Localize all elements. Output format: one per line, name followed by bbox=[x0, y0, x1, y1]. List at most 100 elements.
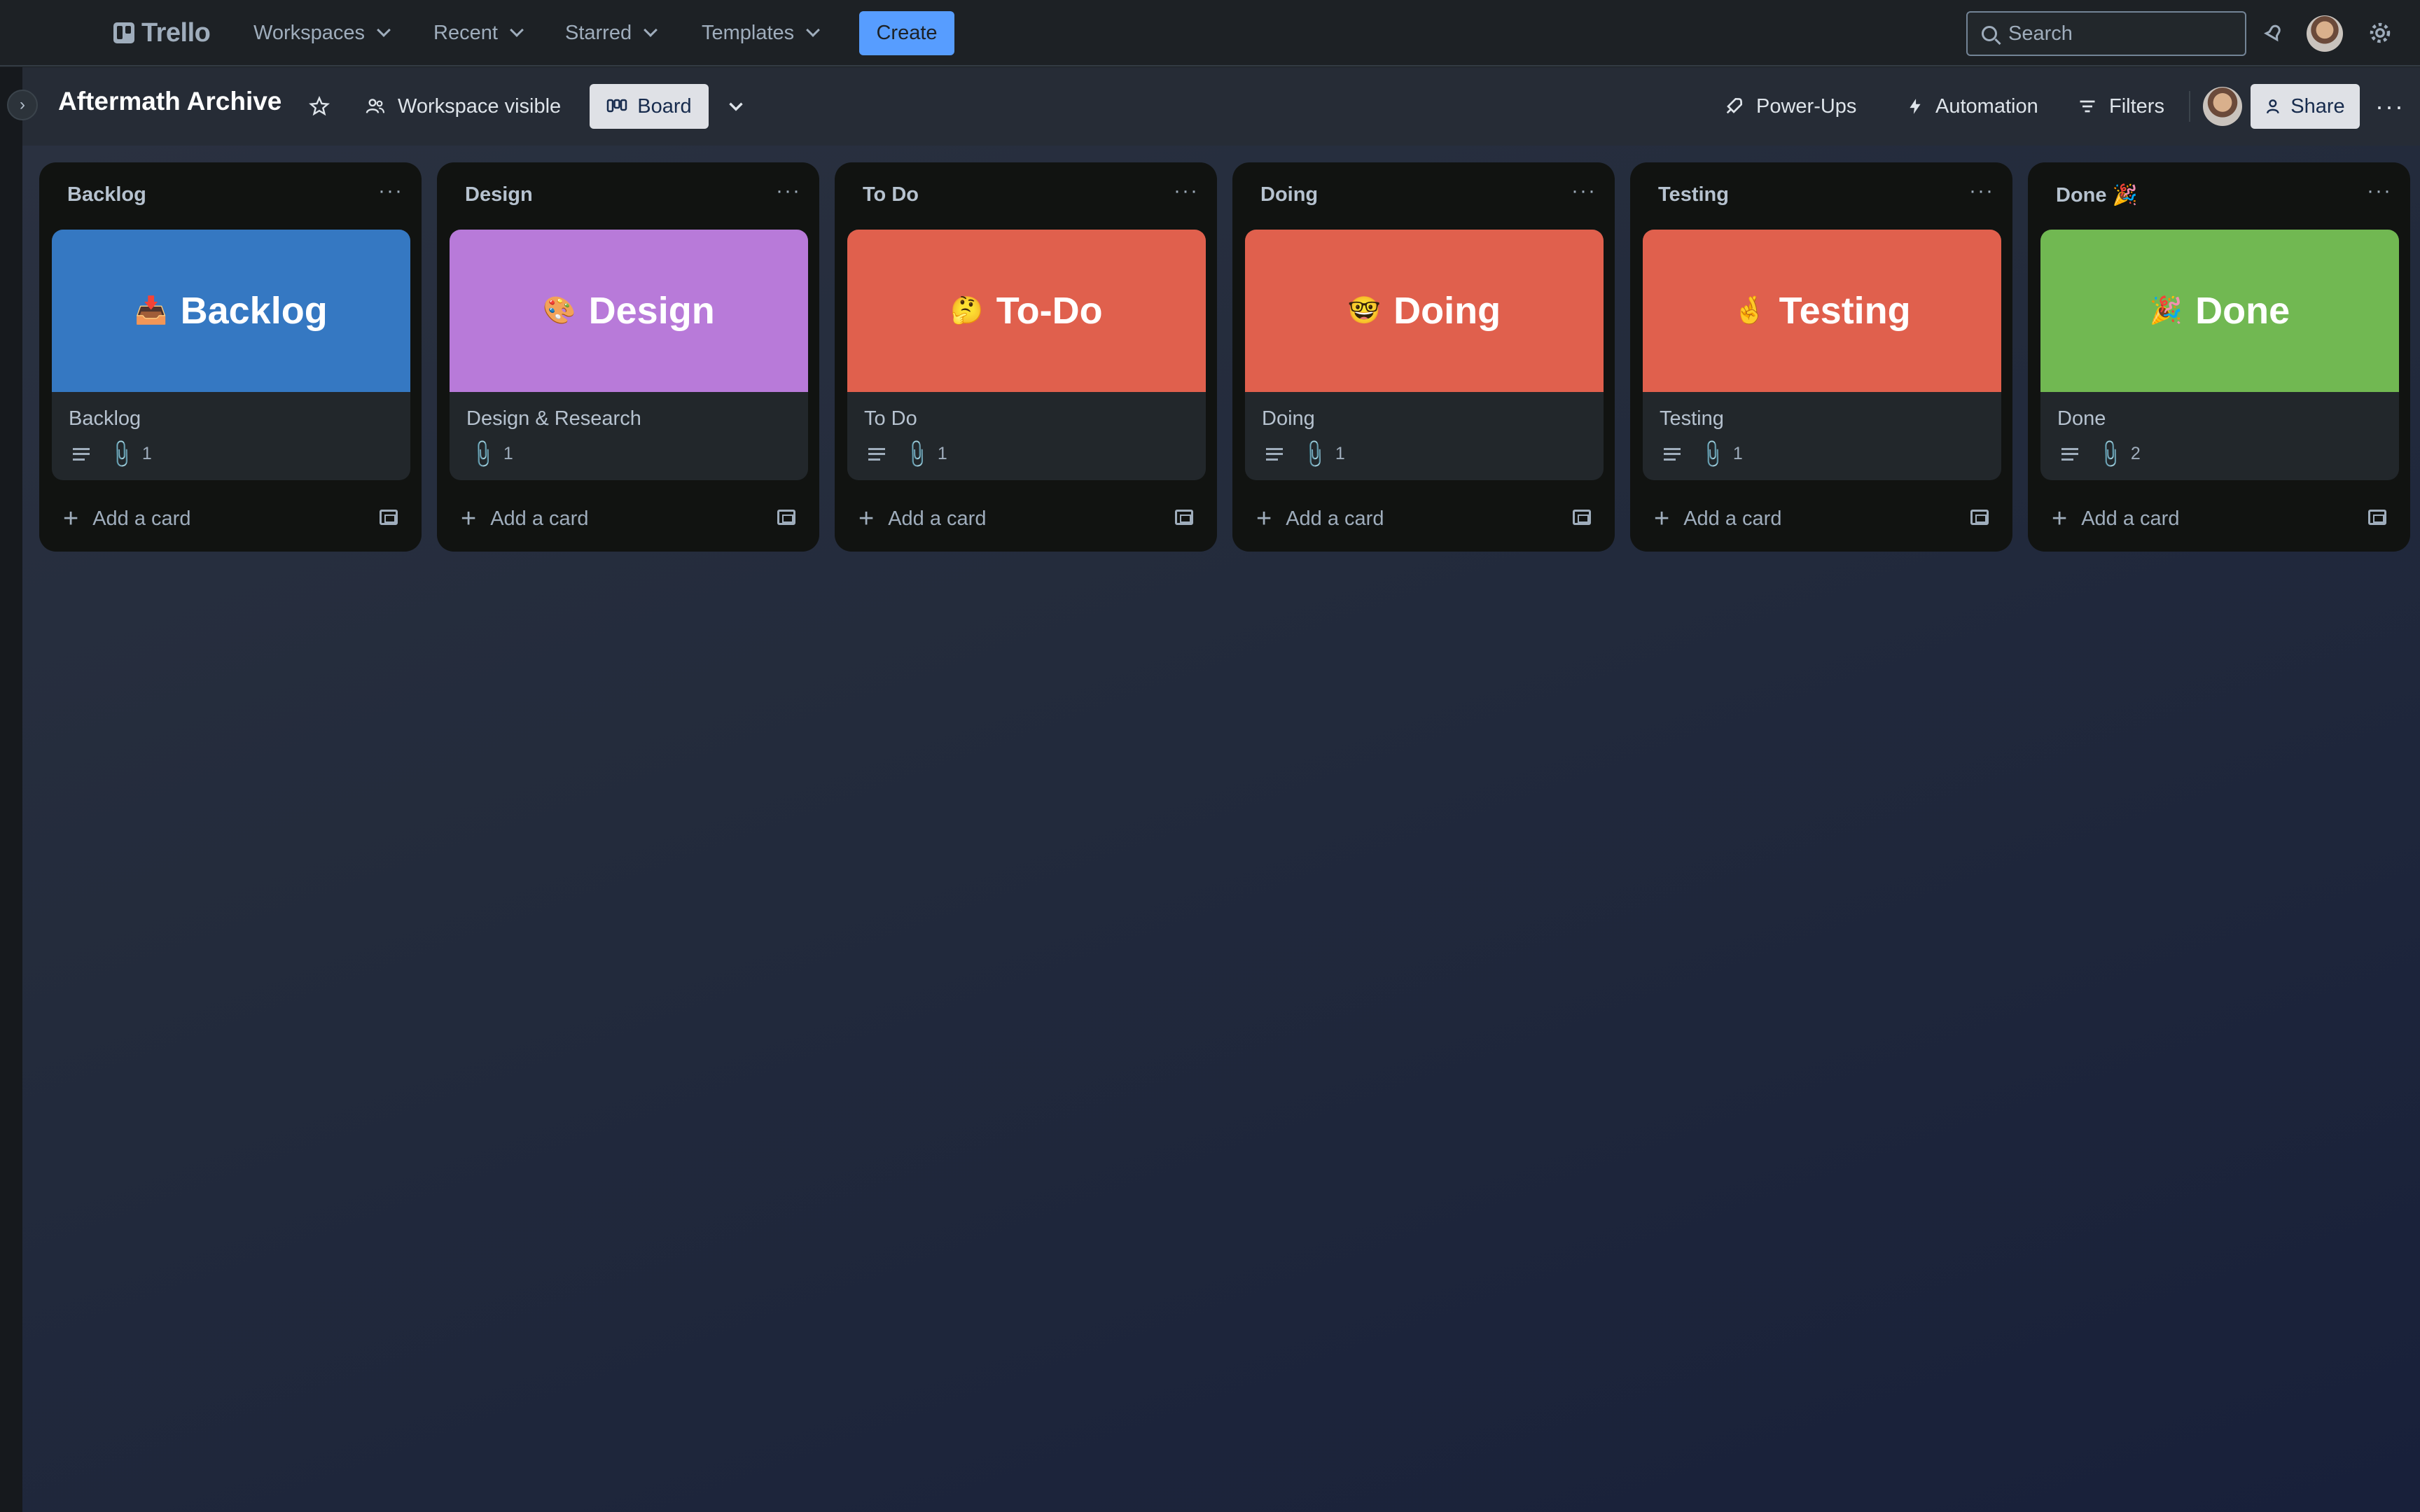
cover-emoji-icon: 🤓 bbox=[1347, 296, 1382, 326]
automation-button[interactable]: Automation bbox=[1906, 85, 2038, 127]
description-icon bbox=[2061, 447, 2078, 461]
top-navigation: Trello Workspaces Recent Starred Templat… bbox=[0, 0, 2420, 66]
list-title[interactable]: Doing bbox=[1260, 183, 1318, 206]
power-ups-button[interactable]: Power-Ups bbox=[1723, 85, 1856, 127]
filter-icon bbox=[2080, 100, 2095, 113]
card[interactable]: 🤞 Testing Testing 📎 1 bbox=[1643, 230, 2001, 480]
list-actions-more-icon[interactable]: ··· bbox=[1969, 179, 1994, 203]
plus-icon: + bbox=[858, 504, 875, 533]
board-view-button[interactable]: Board bbox=[590, 84, 709, 129]
search-icon bbox=[1982, 26, 1997, 41]
create-from-template-icon[interactable] bbox=[380, 510, 398, 525]
search-input[interactable]: Search bbox=[1966, 11, 2246, 56]
filters-button[interactable]: Filters bbox=[2077, 85, 2164, 127]
lightning-icon bbox=[1910, 99, 1921, 114]
paperclip-icon: 📎 bbox=[466, 438, 499, 470]
list-column-todo[interactable]: To Do ··· 🤔 To-Do To Do 📎 1 + Add a card bbox=[835, 162, 1217, 552]
add-person-icon bbox=[2267, 99, 2279, 114]
list-title[interactable]: Backlog bbox=[67, 183, 146, 206]
cover-title: Done bbox=[2195, 290, 2290, 332]
add-card-button[interactable]: + Add a card bbox=[858, 505, 986, 532]
trello-logo[interactable]: Trello bbox=[113, 17, 211, 49]
nav-recent-menu[interactable]: Recent bbox=[425, 14, 530, 52]
card[interactable]: 🤓 Doing Doing 📎 1 bbox=[1245, 230, 1604, 480]
paperclip-icon: 📎 bbox=[1696, 438, 1729, 470]
attachments-badge: 📎 1 bbox=[900, 438, 947, 470]
attachments-count: 1 bbox=[1732, 444, 1743, 463]
plus-icon: + bbox=[1256, 504, 1272, 533]
nav-recent-label: Recent bbox=[433, 21, 498, 44]
paperclip-icon: 📎 bbox=[2094, 438, 2127, 470]
share-button[interactable]: Share bbox=[2251, 84, 2360, 129]
description-icon bbox=[73, 447, 90, 461]
board-header bbox=[0, 67, 2420, 146]
user-avatar[interactable] bbox=[2307, 15, 2343, 52]
add-card-label: Add a card bbox=[1286, 507, 1384, 530]
create-from-template-icon[interactable] bbox=[1970, 510, 1989, 525]
attachments-badge: 📎 1 bbox=[466, 438, 513, 470]
add-card-button[interactable]: + Add a card bbox=[1256, 505, 1384, 532]
add-card-button[interactable]: + Add a card bbox=[1654, 505, 1781, 532]
list-actions-more-icon[interactable]: ··· bbox=[1571, 179, 1597, 203]
list-title[interactable]: Done 🎉 bbox=[2056, 183, 2138, 207]
card-badges: 📎 1 bbox=[868, 438, 947, 470]
chevron-down-icon bbox=[644, 23, 658, 37]
card-badges: 📎 1 bbox=[466, 438, 513, 470]
card[interactable]: 🤔 To-Do To Do 📎 1 bbox=[847, 230, 1206, 480]
card[interactable]: 🎨 Design Design & Research 📎 1 bbox=[450, 230, 808, 480]
list-column-testing[interactable]: Testing ··· 🤞 Testing Testing 📎 1 + Add … bbox=[1630, 162, 2012, 552]
board-menu-more-icon[interactable]: ··· bbox=[2375, 85, 2405, 127]
board-member-avatar[interactable] bbox=[2203, 87, 2242, 126]
nav-workspaces-label: Workspaces bbox=[253, 21, 366, 44]
attachments-badge: 📎 1 bbox=[105, 438, 152, 470]
workspace-visibility-button[interactable]: Workspace visible bbox=[364, 85, 561, 127]
paperclip-icon: 📎 bbox=[900, 438, 933, 470]
create-from-template-icon[interactable] bbox=[1175, 510, 1193, 525]
add-card-button[interactable]: + Add a card bbox=[63, 505, 190, 532]
card[interactable]: 🎉 Done Done 📎 2 bbox=[2040, 230, 2399, 480]
settings-gear-icon[interactable] bbox=[2363, 15, 2398, 50]
card-cover: 🤔 To-Do bbox=[847, 230, 1206, 392]
star-board-icon[interactable] bbox=[308, 85, 331, 127]
card-cover: 🤓 Doing bbox=[1245, 230, 1604, 392]
attachments-count: 1 bbox=[1335, 444, 1345, 463]
create-from-template-icon[interactable] bbox=[777, 510, 795, 525]
add-card-label: Add a card bbox=[2081, 507, 2180, 530]
create-from-template-icon[interactable] bbox=[1573, 510, 1591, 525]
nav-workspaces-menu[interactable]: Workspaces bbox=[245, 14, 397, 52]
list-title[interactable]: To Do bbox=[863, 183, 919, 206]
paperclip-icon: 📎 bbox=[105, 438, 138, 470]
list-title[interactable]: Testing bbox=[1658, 183, 1729, 206]
card-badges: 📎 2 bbox=[2061, 438, 2141, 470]
notifications-bell-icon[interactable] bbox=[2256, 15, 2291, 50]
cover-title: Doing bbox=[1393, 290, 1501, 332]
add-card-label: Add a card bbox=[1683, 507, 1782, 530]
add-card-button[interactable]: + Add a card bbox=[461, 505, 588, 532]
list-column-backlog[interactable]: Backlog ··· 📥 Backlog Backlog 📎 1 + Add … bbox=[39, 162, 422, 552]
list-column-doing[interactable]: Doing ··· 🤓 Doing Doing 📎 1 + Add a card bbox=[1232, 162, 1615, 552]
add-card-button[interactable]: + Add a card bbox=[2052, 505, 2179, 532]
card-cover: 📥 Backlog bbox=[52, 230, 410, 392]
cover-title: Backlog bbox=[180, 290, 328, 332]
attachments-badge: 📎 1 bbox=[1298, 438, 1345, 470]
nav-templates-menu[interactable]: Templates bbox=[693, 14, 826, 52]
list-title[interactable]: Design bbox=[465, 183, 533, 206]
add-card-label: Add a card bbox=[490, 507, 589, 530]
list-actions-more-icon[interactable]: ··· bbox=[776, 179, 801, 203]
board-title[interactable]: Aftermath Archive bbox=[58, 87, 281, 116]
description-icon bbox=[1664, 447, 1681, 461]
create-button[interactable]: Create bbox=[859, 11, 954, 55]
card-cover: 🎨 Design bbox=[450, 230, 808, 392]
list-actions-more-icon[interactable]: ··· bbox=[378, 179, 403, 203]
create-from-template-icon[interactable] bbox=[2368, 510, 2386, 525]
people-icon bbox=[366, 99, 385, 113]
nav-starred-menu[interactable]: Starred bbox=[557, 14, 664, 52]
list-actions-more-icon[interactable]: ··· bbox=[1174, 179, 1199, 203]
list-column-design[interactable]: Design ··· 🎨 Design Design & Research 📎 … bbox=[437, 162, 819, 552]
expand-sidebar-chevron-right-icon[interactable]: › bbox=[7, 90, 38, 120]
list-column-done[interactable]: Done 🎉 ··· 🎉 Done Done 📎 2 + Add a card bbox=[2028, 162, 2410, 552]
nav-starred-label: Starred bbox=[565, 21, 632, 44]
card[interactable]: 📥 Backlog Backlog 📎 1 bbox=[52, 230, 410, 480]
switch-view-chevron-down-icon[interactable] bbox=[724, 85, 748, 127]
list-actions-more-icon[interactable]: ··· bbox=[2367, 179, 2392, 203]
